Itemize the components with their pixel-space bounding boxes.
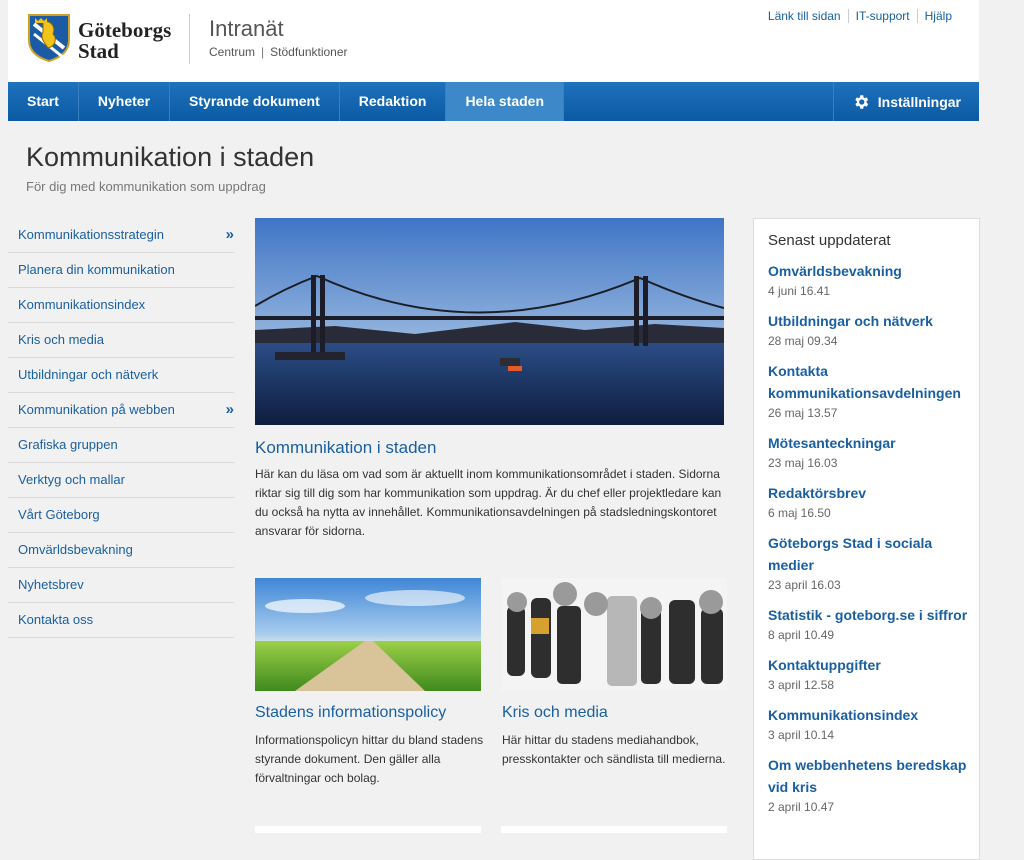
update-date: 23 maj 16.03 <box>768 456 838 470</box>
list-item: Kontakta kommunikationsavdelningen 26 ma… <box>768 360 973 421</box>
breadcrumb-centrum[interactable]: Centrum <box>209 45 255 59</box>
list-item: Göteborgs Stad i sociala medier 23 april… <box>768 532 973 593</box>
leftnav-label: Kommunikationsindex <box>18 297 146 312</box>
media-card-title[interactable]: Kris och media <box>502 704 608 722</box>
leftnav-label: Kontakta oss <box>18 612 94 627</box>
policy-card-title[interactable]: Stadens informationspolicy <box>255 704 446 722</box>
settings-button[interactable]: Inställningar <box>832 82 979 121</box>
section-navigation: Kommunikationsstrategin » Planera din ko… <box>8 218 234 638</box>
update-link[interactable]: Omvärldsbevakning <box>768 260 973 282</box>
site-header: Göteborgs Stad Intranät Centrum | Stödfunk… <box>8 0 979 82</box>
list-item: Statistik - goteborg.se i siffror 8 apri… <box>768 604 973 643</box>
it-support-link[interactable]: IT-support <box>847 9 917 23</box>
help-link[interactable]: Hjälp <box>916 9 959 23</box>
update-link[interactable]: Kontaktuppgifter <box>768 654 973 676</box>
leftnav-label: Kommunikation på webben <box>18 402 175 417</box>
update-link[interactable]: Göteborgs Stad i sociala medier <box>768 532 973 576</box>
leftnav-label: Omvärldsbevakning <box>18 542 133 557</box>
leftnav-utbildningar[interactable]: Utbildningar och nätverk <box>8 358 234 393</box>
leftnav-vart-goteborg[interactable]: Vårt Göteborg <box>8 498 234 533</box>
update-date: 28 maj 09.34 <box>768 334 838 348</box>
link-to-page[interactable]: Länk till sidan <box>761 9 848 23</box>
update-link[interactable]: Kontakta kommunikationsavdelningen <box>768 360 973 404</box>
brand-line2: Stad <box>78 39 119 63</box>
list-item: Kommunikationsindex 3 april 10.14 <box>768 704 973 743</box>
update-date: 8 april 10.49 <box>768 628 835 642</box>
leftnav-kris-och-media[interactable]: Kris och media <box>8 323 234 358</box>
update-date: 3 april 10.14 <box>768 728 835 742</box>
leftnav-label: Kommunikationsstrategin <box>18 227 164 242</box>
site-title[interactable]: Intranät <box>209 16 284 42</box>
update-date: 2 april 10.47 <box>768 800 835 814</box>
update-link[interactable]: Statistik - goteborg.se i siffror <box>768 604 973 626</box>
list-item: Om webbenhetens beredskap vid kris 2 apr… <box>768 754 973 815</box>
list-item: Omvärldsbevakning 4 juni 16.41 <box>768 260 973 299</box>
media-card-text: Här hittar du stadens mediahandbok, pres… <box>502 733 726 766</box>
update-link[interactable]: Om webbenhetens beredskap vid kris <box>768 754 973 798</box>
recently-updated-heading: Senast uppdaterat <box>768 232 891 249</box>
hero-bridge-image[interactable] <box>255 218 724 425</box>
update-date: 23 april 16.03 <box>768 578 841 592</box>
page-subtitle: För dig med kommunikation som uppdrag <box>26 179 266 194</box>
hero-title-link[interactable]: Kommunikation i staden <box>255 438 436 458</box>
list-item: Mötesanteckningar 23 maj 16.03 <box>768 432 973 471</box>
main-navigation: Start Nyheter Styrande dokument Redaktio… <box>8 82 979 121</box>
update-date: 3 april 12.58 <box>768 678 835 692</box>
settings-label: Inställningar <box>877 93 961 110</box>
leftnav-label: Vårt Göteborg <box>18 507 100 522</box>
update-date: 26 maj 13.57 <box>768 406 838 420</box>
nav-nyheter[interactable]: Nyheter <box>79 82 171 121</box>
breadcrumb-stodfunktioner[interactable]: Stödfunktioner <box>270 45 347 59</box>
expand-chevron-icon[interactable]: » <box>226 393 234 426</box>
nav-hela-staden[interactable]: Hela staden <box>446 82 565 121</box>
brand-line1: Göteborgs <box>78 18 172 42</box>
gear-icon <box>855 94 868 109</box>
leftnav-label: Grafiska gruppen <box>18 437 118 452</box>
leftnav-kommunikation-pa-webben[interactable]: Kommunikation på webben » <box>8 393 234 428</box>
brand-name[interactable]: Göteborgs Stad <box>78 20 171 62</box>
update-date: 6 maj 16.50 <box>768 506 831 520</box>
policy-card-text: Informationspolicyn hittar du bland stad… <box>255 733 484 785</box>
breadcrumb: Centrum | Stödfunktioner <box>209 45 348 59</box>
list-item: Utbildningar och nätverk 28 maj 09.34 <box>768 310 973 349</box>
recently-updated-list: Omvärldsbevakning 4 juni 16.41 Utbildnin… <box>768 260 973 826</box>
page-title: Kommunikation i staden <box>26 142 315 172</box>
list-item: Kontaktuppgifter 3 april 12.58 <box>768 654 973 693</box>
next-card-image[interactable] <box>501 826 727 833</box>
leftnav-label: Utbildningar och nätverk <box>18 367 159 382</box>
update-link[interactable]: Mötesanteckningar <box>768 432 973 454</box>
update-link[interactable]: Kommunikationsindex <box>768 704 973 726</box>
update-link[interactable]: Utbildningar och nätverk <box>768 310 973 332</box>
goteborg-logo[interactable] <box>26 12 72 62</box>
hero-text: Här kan du läsa om vad som är aktuellt i… <box>255 467 722 538</box>
breadcrumb-separator: | <box>261 45 265 59</box>
media-card-image[interactable] <box>501 578 727 691</box>
nav-redaktion[interactable]: Redaktion <box>340 82 447 121</box>
leftnav-verktyg-och-mallar[interactable]: Verktyg och mallar <box>8 463 234 498</box>
list-item: Redaktörsbrev 6 maj 16.50 <box>768 482 973 521</box>
leftnav-kontakta-oss[interactable]: Kontakta oss <box>8 603 234 638</box>
leftnav-label: Planera din kommunikation <box>18 262 175 277</box>
leftnav-kommunikationsstrategin[interactable]: Kommunikationsstrategin » <box>8 218 234 253</box>
leftnav-nyhetsbrev[interactable]: Nyhetsbrev <box>8 568 234 603</box>
leftnav-label: Kris och media <box>18 332 104 347</box>
leftnav-omvarldsbevakning[interactable]: Omvärldsbevakning <box>8 533 234 568</box>
update-link[interactable]: Redaktörsbrev <box>768 482 973 504</box>
leftnav-grafiska-gruppen[interactable]: Grafiska gruppen <box>8 428 234 463</box>
policy-card-image[interactable] <box>255 578 481 691</box>
page: Göteborgs Stad Intranät Centrum | Stödfunk… <box>8 0 980 860</box>
leftnav-planera[interactable]: Planera din kommunikation <box>8 253 234 288</box>
update-date: 4 juni 16.41 <box>768 284 831 298</box>
expand-chevron-icon[interactable]: » <box>226 218 234 251</box>
leftnav-label: Nyhetsbrev <box>18 577 84 592</box>
recently-updated-panel: Senast uppdaterat Omvärldsbevakning 4 ju… <box>753 218 980 860</box>
header-divider <box>189 14 190 64</box>
utility-links: Länk till sidan IT-support Hjälp <box>761 9 959 23</box>
nav-styrande-dokument[interactable]: Styrande dokument <box>170 82 340 121</box>
next-card-image[interactable] <box>255 826 481 833</box>
leftnav-kommunikationsindex[interactable]: Kommunikationsindex <box>8 288 234 323</box>
leftnav-label: Verktyg och mallar <box>18 472 125 487</box>
nav-start[interactable]: Start <box>8 82 79 121</box>
